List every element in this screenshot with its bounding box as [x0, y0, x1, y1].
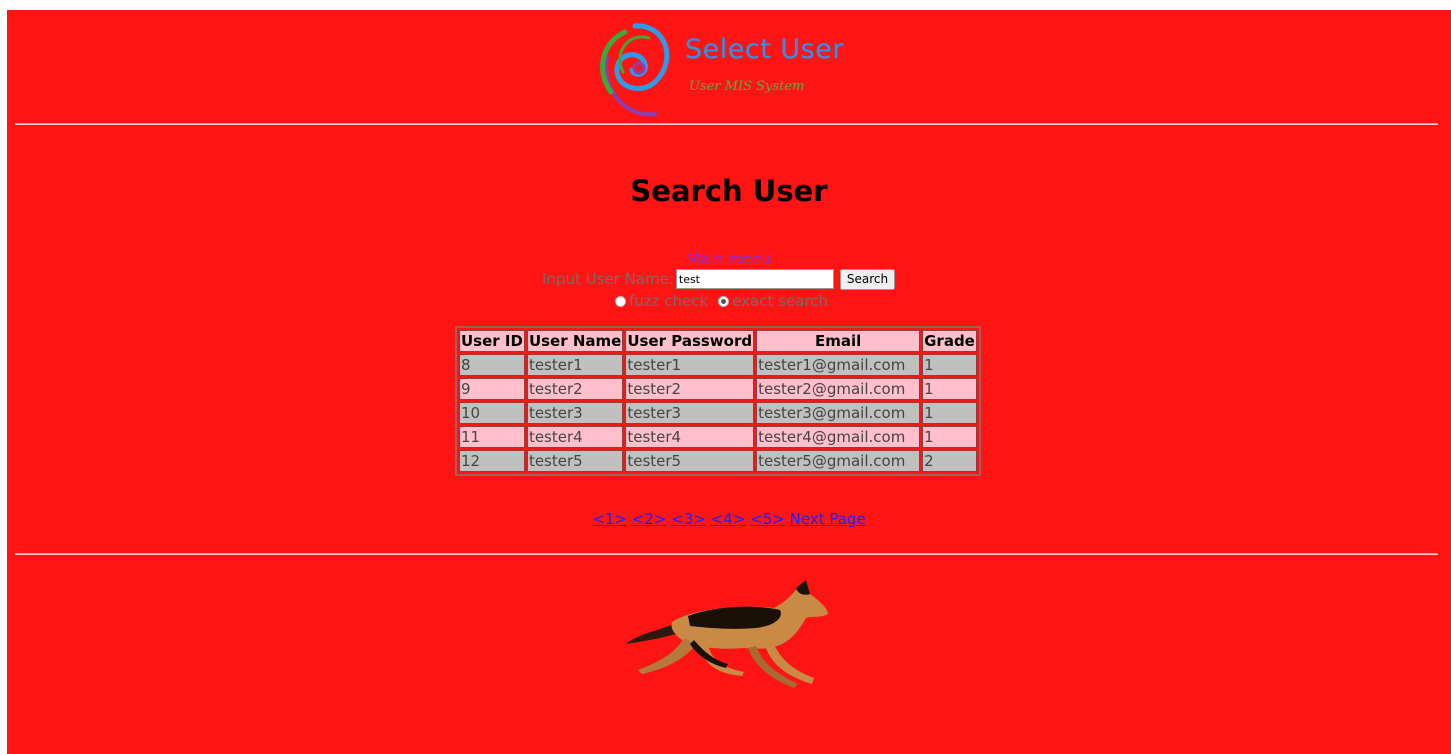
search-input[interactable]: [675, 269, 834, 289]
column-header: User Password: [625, 330, 755, 352]
page-link-1[interactable]: <1>: [592, 510, 627, 528]
pagination: <1> <2> <3> <4> <5> Next Page: [7, 510, 1451, 528]
grade-cell: 1: [922, 354, 977, 376]
email-cell: tester4@gmail.com: [756, 426, 921, 448]
user-password-cell: tester5: [625, 450, 755, 472]
column-header: User ID: [459, 330, 525, 352]
fuzz-check-label: fuzz check: [629, 292, 709, 310]
exact-search-radio[interactable]: [718, 295, 730, 307]
user-password-cell: tester4: [625, 426, 755, 448]
user-name-cell: tester1: [526, 354, 624, 376]
grade-cell: 1: [922, 402, 977, 424]
user-name-cell: tester2: [526, 378, 624, 400]
user-name-cell: tester4: [526, 426, 624, 448]
user-password-cell: tester1: [625, 354, 755, 376]
grade-cell: 1: [922, 426, 977, 448]
table-row: 12 tester5 tester5 tester5@gmail.com 2: [459, 450, 977, 472]
main-menu-link[interactable]: Main menu: [7, 250, 1451, 268]
page-link-4[interactable]: <4>: [711, 510, 746, 528]
email-cell: tester3@gmail.com: [756, 402, 921, 424]
user-name-cell: tester3: [526, 402, 624, 424]
search-button[interactable]: Search: [839, 268, 896, 290]
fuzz-check-radio[interactable]: [615, 295, 626, 307]
column-header: Grade: [922, 330, 977, 352]
user-id-cell: 8: [459, 354, 525, 376]
email-cell: tester1@gmail.com: [756, 354, 921, 376]
user-id-cell: 9: [459, 378, 525, 400]
grade-cell: 2: [922, 450, 977, 472]
user-id-cell: 11: [459, 426, 525, 448]
page-link-3[interactable]: <3>: [671, 510, 706, 528]
logo-subtitle: User MIS System: [689, 79, 805, 94]
user-password-cell: tester3: [625, 402, 755, 424]
page-title: Search User: [630, 174, 828, 208]
email-cell: tester5@gmail.com: [756, 450, 921, 472]
search-form: Input User Name: Search: [542, 268, 896, 290]
table-row: 10 tester3 tester3 tester3@gmail.com 1: [459, 402, 977, 424]
page-link-5[interactable]: <5>: [750, 510, 785, 528]
search-mode-options: fuzz check exact search: [615, 292, 828, 310]
next-page-link[interactable]: Next Page: [790, 510, 866, 528]
top-divider: [15, 123, 1438, 125]
swirl-logo-icon: [600, 23, 670, 117]
table-row: 11 tester4 tester4 tester4@gmail.com 1: [459, 426, 977, 448]
page: Select User User MIS System Search User …: [7, 10, 1451, 754]
user-password-cell: tester2: [625, 378, 755, 400]
email-cell: tester2@gmail.com: [756, 378, 921, 400]
users-table: User ID User Name User Password Email Gr…: [455, 326, 981, 476]
site-logo: Select User User MIS System: [595, 18, 875, 118]
column-header: Email: [756, 330, 921, 352]
page-link-2[interactable]: <2>: [632, 510, 667, 528]
exact-search-label: exact search: [732, 292, 828, 310]
bottom-divider: [15, 553, 1438, 555]
search-label: Input User Name:: [542, 270, 674, 288]
user-id-cell: 12: [459, 450, 525, 472]
table-row: 9 tester2 tester2 tester2@gmail.com 1: [459, 378, 977, 400]
german-shepherd-dog-icon: [626, 580, 828, 688]
table-header-row: User ID User Name User Password Email Gr…: [459, 330, 977, 352]
logo-title: Select User: [685, 34, 844, 65]
table-row: 8 tester1 tester1 tester1@gmail.com 1: [459, 354, 977, 376]
user-id-cell: 10: [459, 402, 525, 424]
grade-cell: 1: [922, 378, 977, 400]
column-header: User Name: [526, 330, 624, 352]
user-name-cell: tester5: [526, 450, 624, 472]
